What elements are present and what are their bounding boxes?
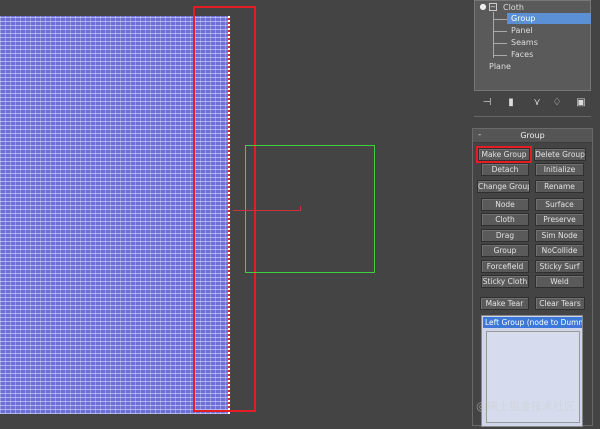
drag-button[interactable]: Drag: [481, 229, 529, 242]
collapse-toggle-icon[interactable]: −: [489, 3, 497, 11]
preserve-button[interactable]: Preserve: [535, 213, 584, 226]
rollout-header[interactable]: - Group: [473, 129, 592, 143]
transform-gizmo-tick: [300, 206, 301, 211]
tree-item-group[interactable]: Group: [507, 13, 591, 24]
modifier-stack-tree[interactable]: ● − Cloth Group Panel Seams Faces Plane: [474, 0, 591, 91]
cloth-button[interactable]: Cloth: [481, 213, 529, 226]
sticky-cloth-button[interactable]: Sticky Cloth: [481, 275, 529, 288]
tree-item-cloth[interactable]: Cloth: [503, 2, 524, 13]
make-group-button[interactable]: Make Group: [476, 146, 532, 163]
pin-icon[interactable]: ⊣: [480, 96, 494, 110]
node-button[interactable]: Node: [481, 198, 529, 211]
tree-connector: [493, 43, 507, 44]
nocollide-button[interactable]: NoCollide: [535, 244, 584, 257]
sticky-surf-button[interactable]: Sticky Surf: [535, 260, 584, 273]
initialize-button[interactable]: Initialize: [535, 163, 584, 176]
tree-connector: [493, 19, 507, 20]
clear-tears-button[interactable]: Clear Tears: [535, 297, 585, 310]
make-tear-button[interactable]: Make Tear: [480, 297, 529, 310]
tree-item-faces[interactable]: Faces: [511, 49, 533, 60]
make-unique-icon[interactable]: ⋎: [530, 96, 544, 110]
rollout-title: Group: [520, 131, 545, 140]
forcefield-button[interactable]: Forcefield: [481, 260, 529, 273]
divider: [474, 116, 591, 117]
tree-item-plane[interactable]: Plane: [489, 61, 511, 72]
configure-modifier-sets-icon[interactable]: ▣: [574, 96, 588, 110]
list-item[interactable]: Left Group (node to Dumm: [483, 317, 582, 328]
dummy-helper-box[interactable]: [245, 145, 375, 273]
viewport[interactable]: [0, 0, 470, 429]
surface-button[interactable]: Surface: [535, 198, 584, 211]
weld-button[interactable]: Weld: [535, 275, 584, 288]
rename-button[interactable]: Rename: [535, 180, 584, 193]
tree-item-seams[interactable]: Seams: [511, 37, 538, 48]
sim-node-button[interactable]: Sim Node: [535, 229, 584, 242]
tree-connector: [493, 31, 507, 32]
watermark: @稀土掘金技术社区: [476, 400, 575, 413]
change-group-button[interactable]: Change Group: [477, 180, 530, 193]
detach-button[interactable]: Detach: [481, 163, 529, 176]
transform-gizmo-axis: [233, 210, 301, 211]
tree-item-panel[interactable]: Panel: [511, 25, 533, 36]
delete-group-button[interactable]: Delete Group: [534, 148, 586, 161]
modifier-stack-icon[interactable]: ▮: [504, 96, 518, 110]
group-button[interactable]: Group: [481, 244, 529, 257]
stack-toolbar: ⊣ ▮ ⋎ ♢ ▣: [474, 96, 591, 110]
light-bulb-icon[interactable]: ●: [479, 3, 487, 11]
remove-modifier-icon[interactable]: ♢: [550, 96, 564, 110]
tree-connector: [493, 55, 507, 56]
